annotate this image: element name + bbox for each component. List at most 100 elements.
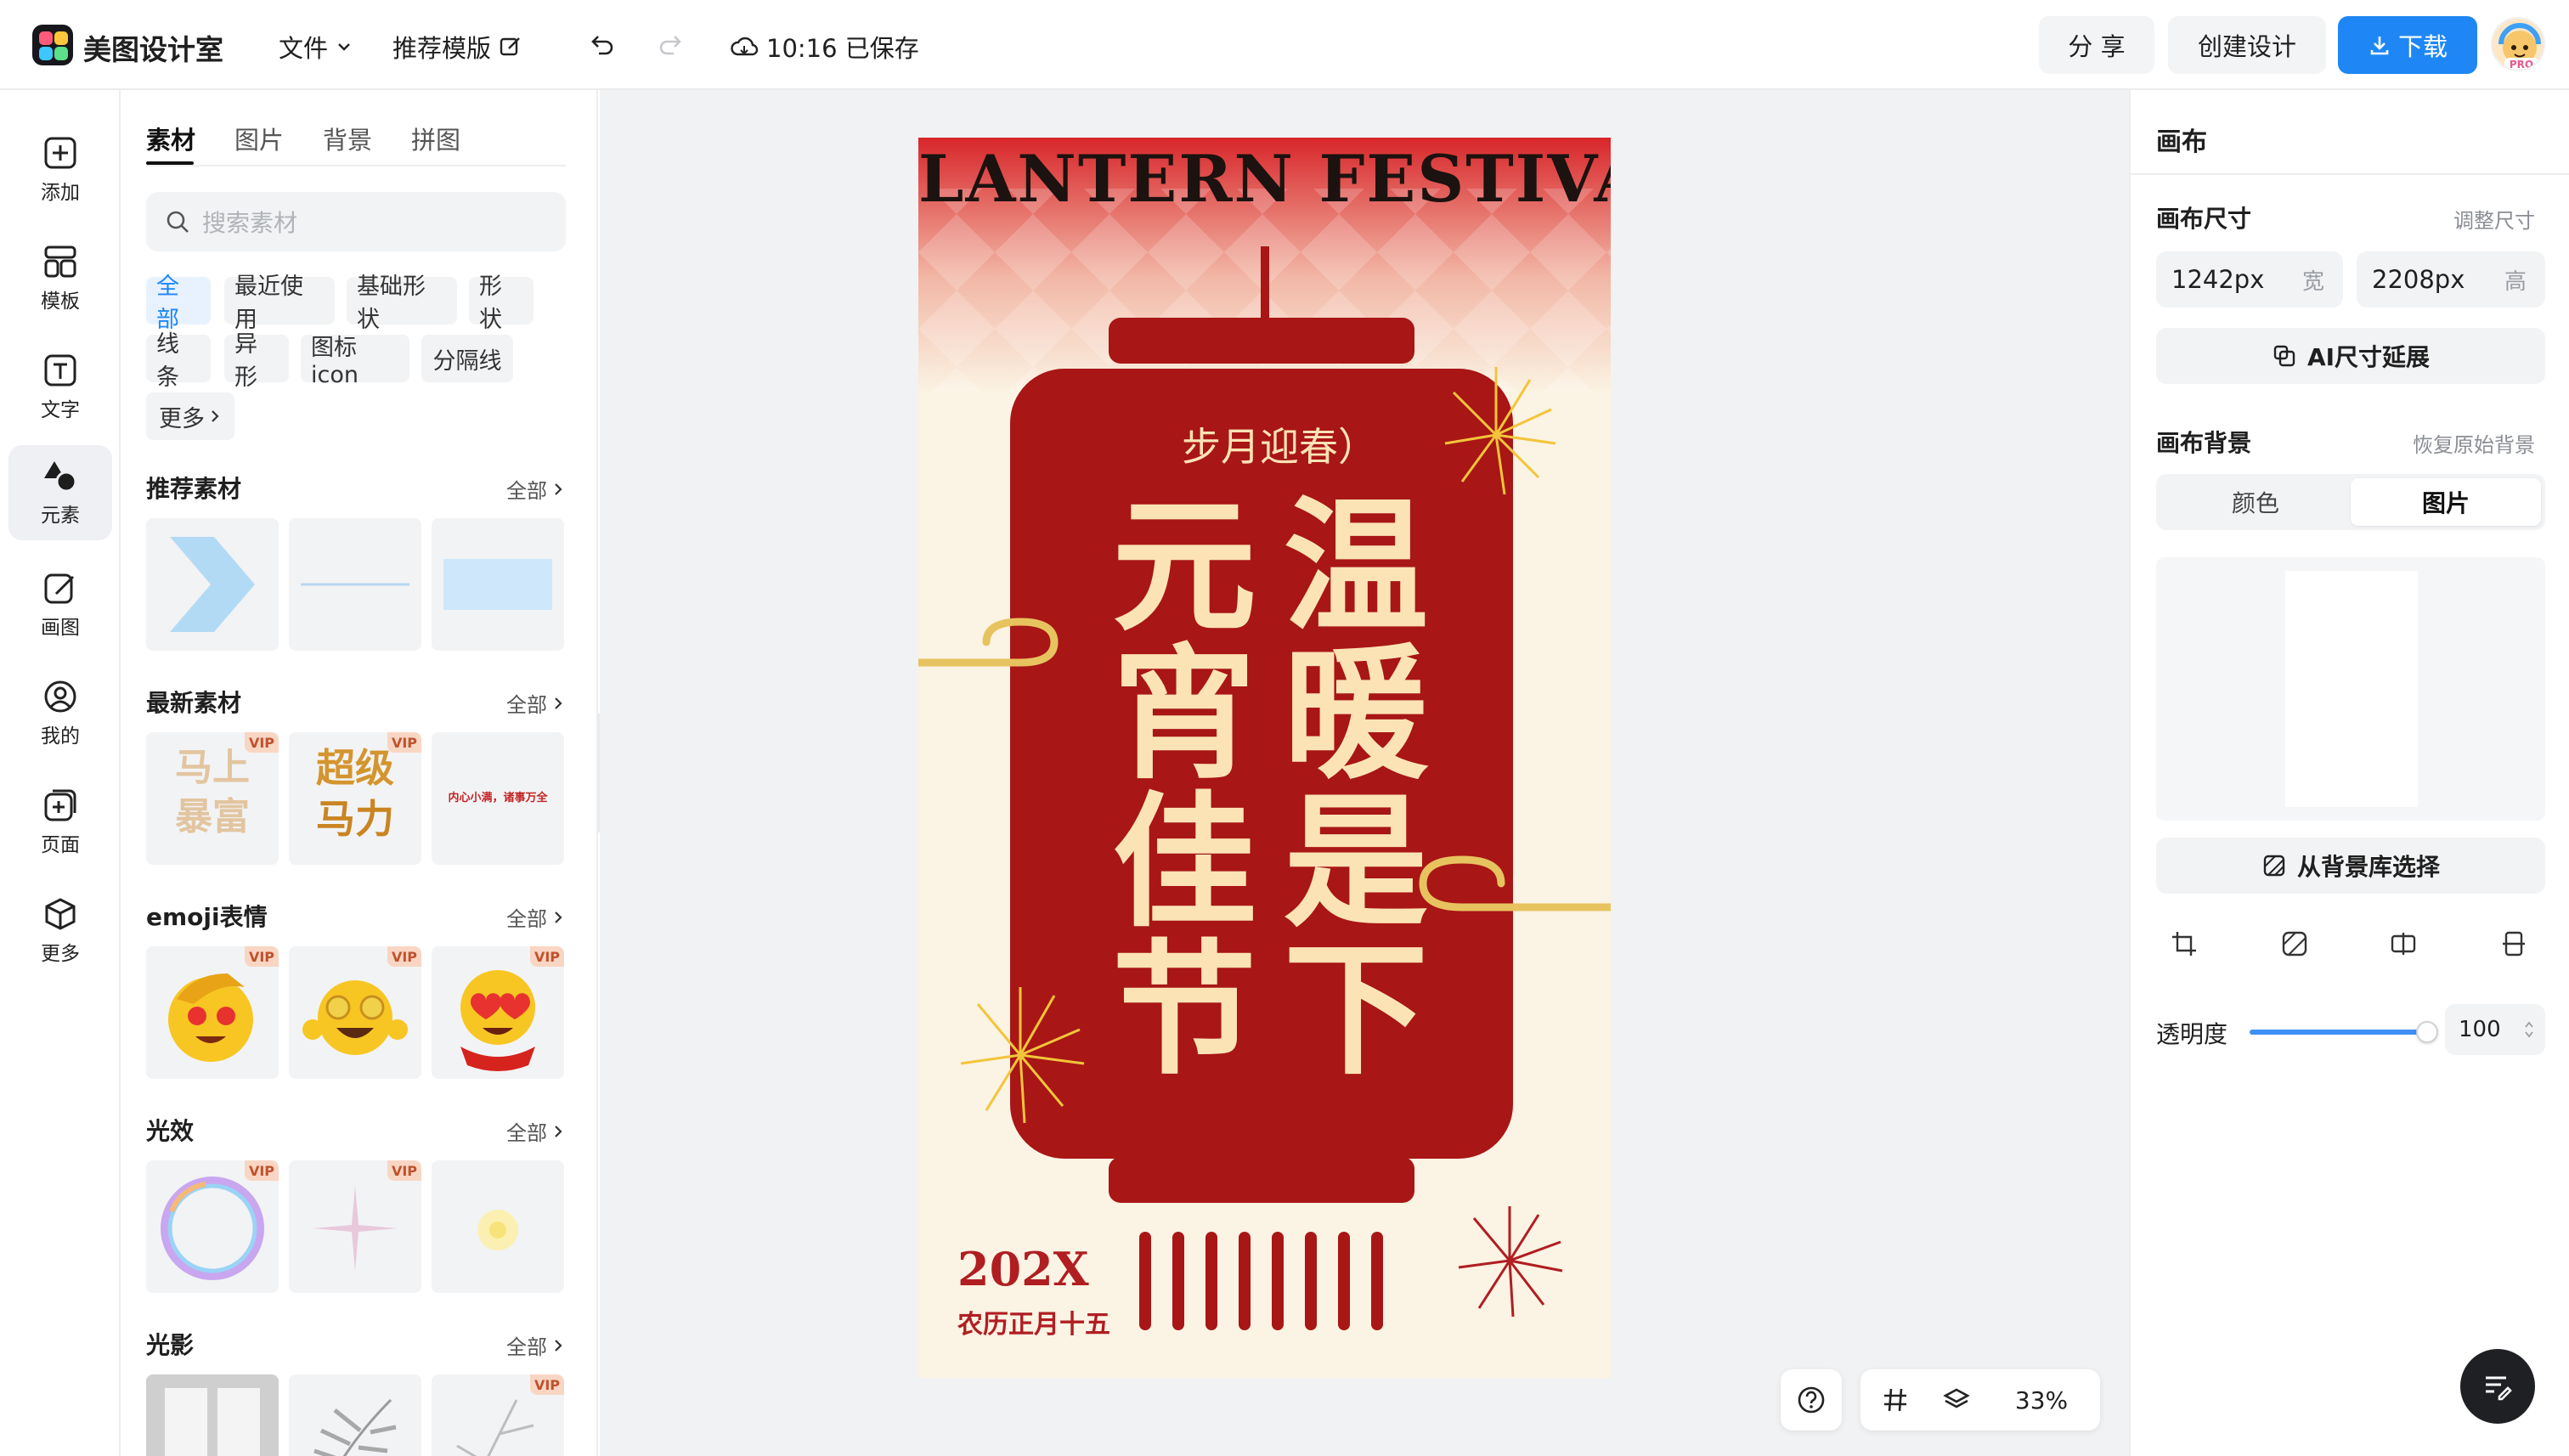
from-library-label: 从背景库选择 xyxy=(2296,853,2440,881)
crop-button[interactable] xyxy=(2163,923,2205,965)
poster-char[interactable]: 温 xyxy=(1284,494,1428,639)
section-more-light-effect[interactable]: 全部 xyxy=(506,1116,564,1146)
recommend-template-label: 推荐模版 xyxy=(392,34,492,63)
material-thumb[interactable]: VIP xyxy=(146,1160,279,1293)
material-thumb[interactable]: VIP xyxy=(289,1160,421,1293)
section-more-light-shadow[interactable]: 全部 xyxy=(506,1330,564,1360)
opacity-slider-handle[interactable] xyxy=(2416,1021,2438,1043)
rail-item-text[interactable]: 文字 xyxy=(8,340,112,435)
rail-item-page[interactable]: 页面 xyxy=(8,775,112,870)
section-more-latest[interactable]: 全部 xyxy=(506,688,564,718)
material-thumb[interactable] xyxy=(432,518,564,651)
poster-canvas[interactable]: LANTERN FESTIVAL 步月迎春） 元 宵 佳 节 温 暖 是 下 2… xyxy=(918,138,1611,1378)
material-thumb[interactable]: 马上 暴富 VIP xyxy=(146,732,279,865)
recommend-template-button[interactable]: 推荐模版 xyxy=(392,29,523,65)
seg-image[interactable]: 图片 xyxy=(2351,478,2541,526)
material-thumb[interactable]: 内心小满，诸事万全 xyxy=(432,732,564,865)
chevron-right-icon xyxy=(555,1339,562,1352)
height-field[interactable]: 2208px 高 xyxy=(2357,251,2545,308)
tab-material[interactable]: 素材 xyxy=(146,121,195,156)
canvas-settings-panel: 画布 画布尺寸 调整尺寸 1242px 宽 2208px 高 AI尺寸延展 画布… xyxy=(2129,90,2569,1456)
material-thumb[interactable]: 超级 马力 VIP xyxy=(289,732,421,865)
bg-preview[interactable] xyxy=(2156,557,2545,821)
download-button[interactable]: 下载 xyxy=(2338,16,2477,74)
from-library-button[interactable]: 从背景库选择 xyxy=(2156,838,2545,894)
app-logo-icon[interactable] xyxy=(32,25,73,65)
poster-title[interactable]: LANTERN FESTIVAL xyxy=(918,141,1611,217)
section-more-recommended[interactable]: 全部 xyxy=(506,474,564,504)
rail-item-element[interactable]: 元素 xyxy=(8,445,112,540)
restore-bg-link[interactable]: 恢复原始背景 xyxy=(2413,428,2535,458)
resize-link[interactable]: 调整尺寸 xyxy=(2453,204,2535,234)
ai-size-extend-button[interactable]: AI尺寸延展 xyxy=(2156,328,2545,384)
poster-lunar-date[interactable]: 农历正月十五 xyxy=(957,1303,1110,1340)
rail-item-label: 更多 xyxy=(41,943,80,965)
chip-all[interactable]: 全部 xyxy=(146,274,211,333)
poster-char[interactable]: 节 xyxy=(1112,938,1256,1082)
undo-button[interactable] xyxy=(581,25,620,65)
material-thumb[interactable]: VIP xyxy=(432,1374,564,1456)
thumb-text: 内心小满，诸事万全 xyxy=(448,792,548,804)
chip-basic-shape[interactable]: 基础形状 xyxy=(347,274,457,333)
tab-image[interactable]: 图片 xyxy=(234,121,284,156)
opacity-slider-track[interactable] xyxy=(2250,1030,2431,1035)
poster-char[interactable]: 元 xyxy=(1112,494,1256,639)
page-add-icon xyxy=(44,789,76,821)
opacity-input[interactable]: 100 xyxy=(2445,1004,2545,1055)
list-edit-icon xyxy=(2486,1376,2512,1401)
vip-badge: VIP xyxy=(387,732,421,753)
help-button[interactable] xyxy=(1781,1369,1842,1431)
tab-collage[interactable]: 拼图 xyxy=(411,121,460,156)
width-field[interactable]: 1242px 宽 xyxy=(2156,251,2343,308)
chip-shape[interactable]: 形状 xyxy=(469,274,534,333)
material-thumb[interactable] xyxy=(432,1160,564,1293)
material-thumb[interactable]: VIP xyxy=(146,946,279,1079)
poster-char[interactable]: 宵 xyxy=(1112,642,1256,787)
chip-irregular[interactable]: 异形 xyxy=(224,331,289,391)
chip-lines[interactable]: 线条 xyxy=(146,331,211,391)
material-thumb[interactable] xyxy=(146,518,279,651)
chip-icon[interactable]: 图标icon xyxy=(301,335,409,388)
search-box[interactable]: 搜索素材 xyxy=(146,192,566,251)
poster-char[interactable]: 下 xyxy=(1284,938,1428,1082)
flip-vertical-button[interactable] xyxy=(2493,923,2535,965)
file-menu[interactable]: 文件 xyxy=(279,29,353,65)
grid-icon[interactable] xyxy=(1881,1385,1910,1414)
chip-more[interactable]: 更多 xyxy=(146,392,234,440)
poster-year[interactable]: 202X xyxy=(957,1242,1089,1296)
seg-color[interactable]: 颜色 xyxy=(2160,478,2351,526)
filter-button[interactable] xyxy=(2273,923,2316,965)
material-thumb[interactable]: VIP xyxy=(289,946,421,1079)
section-more-emoji[interactable]: 全部 xyxy=(506,902,564,932)
bg-type-segmented: 颜色 图片 xyxy=(2156,474,2545,530)
material-thumb[interactable] xyxy=(289,518,421,651)
layers-icon[interactable] xyxy=(1942,1385,1971,1414)
avatar[interactable]: PRO xyxy=(2491,17,2545,71)
section-more-label: 全部 xyxy=(506,479,547,503)
chip-recent[interactable]: 最近使用 xyxy=(224,274,335,333)
share-button[interactable]: 分 享 xyxy=(2039,16,2154,74)
chip-divider[interactable]: 分隔线 xyxy=(421,335,513,382)
rail-item-mine[interactable]: 我的 xyxy=(8,666,112,761)
poster-subtitle[interactable]: 步月迎春） xyxy=(1182,416,1377,472)
pro-badge: PRO xyxy=(2504,58,2538,70)
assistant-fab[interactable] xyxy=(2460,1349,2535,1424)
zoom-level[interactable]: 33% xyxy=(2003,1386,2080,1414)
vip-badge: VIP xyxy=(245,732,279,753)
material-thumb[interactable] xyxy=(146,1374,279,1456)
poster-char[interactable]: 暖 xyxy=(1284,642,1428,787)
create-design-button[interactable]: 创建设计 xyxy=(2168,16,2326,74)
rail-item-more[interactable]: 更多 xyxy=(8,883,112,979)
rail-item-template[interactable]: 模板 xyxy=(8,231,112,326)
rail-item-draw[interactable]: 画图 xyxy=(8,557,112,652)
vip-badge: VIP xyxy=(245,1160,279,1181)
tab-background[interactable]: 背景 xyxy=(323,121,372,156)
flip-horizontal-button[interactable] xyxy=(2382,923,2425,965)
cloud-saved-icon xyxy=(731,37,759,56)
poster-char[interactable]: 佳 xyxy=(1112,790,1256,934)
material-thumb[interactable] xyxy=(289,1374,421,1456)
redo-button[interactable] xyxy=(652,25,692,65)
poster-char[interactable]: 是 xyxy=(1284,790,1428,934)
material-thumb[interactable]: VIP xyxy=(432,946,564,1079)
rail-item-add[interactable]: 添加 xyxy=(8,122,112,217)
